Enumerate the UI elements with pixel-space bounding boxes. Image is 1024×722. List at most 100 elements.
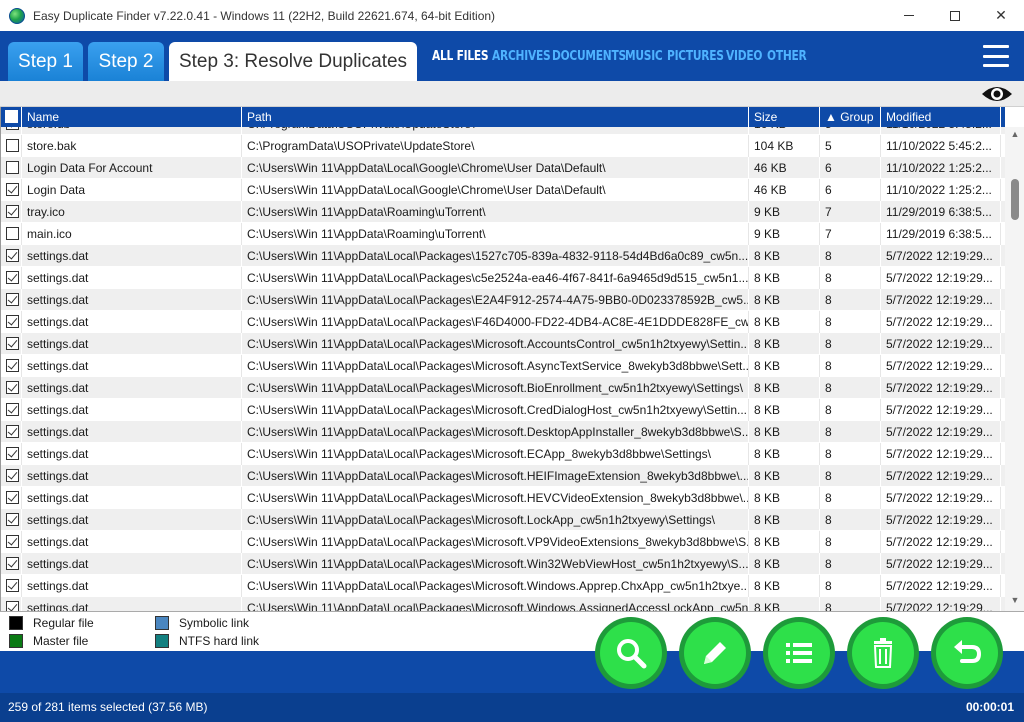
hamburger-menu-icon[interactable] bbox=[983, 45, 1009, 67]
cell-path: C:\Users\Win 11\AppData\Local\Google\Chr… bbox=[242, 179, 749, 201]
cell-name: settings.dat bbox=[22, 245, 242, 267]
cell-group: 8 bbox=[820, 355, 881, 377]
edit-button[interactable] bbox=[679, 617, 751, 689]
table-row[interactable]: main.ico C:\Users\Win 11\AppData\Roaming\… bbox=[1, 223, 1005, 245]
table-row[interactable]: settings.dat C:\Users\Win 11\AppData\Loca… bbox=[1, 377, 1005, 399]
filter-pictures[interactable]: PICTURES bbox=[667, 49, 724, 64]
cell-name: settings.dat bbox=[22, 355, 242, 377]
row-checkbox-cell bbox=[1, 311, 22, 333]
list-button[interactable] bbox=[763, 617, 835, 689]
legend-symbolic: Symbolic link bbox=[155, 616, 249, 630]
table-row[interactable]: settings.dat C:\Users\Win 11\AppData\Loca… bbox=[1, 443, 1005, 465]
elapsed-timer: 00:00:01 bbox=[965, 700, 1014, 714]
filter-music[interactable]: MUSIC bbox=[625, 49, 663, 64]
table-row[interactable]: store.bak C:\ProgramData\USOPrivate\Updat… bbox=[1, 135, 1005, 157]
row-checkbox[interactable] bbox=[6, 139, 19, 152]
row-checkbox[interactable] bbox=[6, 127, 19, 130]
cell-size: 8 KB bbox=[749, 377, 820, 399]
legend-ntfs-label: NTFS hard link bbox=[179, 634, 260, 648]
cell-size: 8 KB bbox=[749, 399, 820, 421]
table-row[interactable]: Login Data C:\Users\Win 11\AppData\Local\… bbox=[1, 179, 1005, 201]
row-checkbox[interactable] bbox=[6, 579, 19, 592]
cell-size: 8 KB bbox=[749, 355, 820, 377]
row-checkbox[interactable] bbox=[6, 293, 19, 306]
table-row[interactable]: Login Data For Account C:\Users\Win 11\Ap… bbox=[1, 157, 1005, 179]
filter-documents[interactable]: DOCUMENTS bbox=[552, 49, 626, 64]
tab-step-3[interactable]: Step 3: Resolve Duplicates bbox=[169, 42, 417, 81]
table-row[interactable]: settings.dat C:\Users\Win 11\AppData\Loca… bbox=[1, 355, 1005, 377]
symbolic-link-swatch bbox=[155, 616, 169, 630]
table-row[interactable]: settings.dat C:\Users\Win 11\AppData\Loca… bbox=[1, 509, 1005, 531]
delete-button[interactable] bbox=[847, 617, 919, 689]
vertical-scrollbar[interactable]: ▲ ▼ bbox=[1005, 127, 1024, 611]
undo-button[interactable] bbox=[931, 617, 1003, 689]
table-row[interactable]: store.dbC:\ProgramData\USOPrivate\Update… bbox=[1, 127, 1005, 135]
scroll-thumb[interactable] bbox=[1011, 179, 1019, 220]
close-button[interactable]: ✕ bbox=[978, 0, 1024, 31]
column-modified[interactable]: Modified bbox=[881, 107, 1001, 127]
select-all-checkbox[interactable] bbox=[5, 110, 18, 123]
cell-path: C:\Users\Win 11\AppData\Local\Packages\M… bbox=[242, 553, 749, 575]
table-row[interactable]: settings.dat C:\Users\Win 11\AppData\Loca… bbox=[1, 333, 1005, 355]
table-row[interactable]: settings.dat C:\Users\Win 11\AppData\Loca… bbox=[1, 421, 1005, 443]
row-checkbox[interactable] bbox=[6, 271, 19, 284]
scroll-up-arrow-icon[interactable]: ▲ bbox=[1005, 129, 1024, 143]
row-checkbox[interactable] bbox=[6, 183, 19, 196]
column-name[interactable]: Name bbox=[22, 107, 242, 127]
cell-modified: 5/7/2022 12:19:29... bbox=[881, 465, 1001, 487]
tab-step-1[interactable]: Step 1 bbox=[8, 42, 83, 81]
scroll-down-arrow-icon[interactable]: ▼ bbox=[1005, 595, 1024, 609]
search-button[interactable] bbox=[595, 617, 667, 689]
minimize-button[interactable] bbox=[886, 0, 932, 31]
tab-step-2[interactable]: Step 2 bbox=[88, 42, 164, 81]
table-row[interactable]: settings.dat C:\Users\Win 11\AppData\Loca… bbox=[1, 245, 1005, 267]
row-checkbox[interactable] bbox=[6, 513, 19, 526]
table-row[interactable]: settings.dat C:\Users\Win 11\AppData\Loca… bbox=[1, 597, 1005, 611]
cell-path: C:\Users\Win 11\AppData\Roaming\uTorrent… bbox=[242, 223, 749, 245]
table-row[interactable]: settings.dat C:\Users\Win 11\AppData\Loca… bbox=[1, 531, 1005, 553]
table-row[interactable]: settings.dat C:\Users\Win 11\AppData\Loca… bbox=[1, 487, 1005, 509]
row-checkbox[interactable] bbox=[6, 227, 19, 240]
row-checkbox-cell bbox=[1, 531, 22, 553]
row-checkbox[interactable] bbox=[6, 601, 19, 611]
row-checkbox[interactable] bbox=[6, 315, 19, 328]
cell-name: settings.dat bbox=[22, 289, 242, 311]
row-checkbox-cell bbox=[1, 289, 22, 311]
column-group[interactable]: ▲ Group bbox=[820, 107, 881, 127]
row-checkbox[interactable] bbox=[6, 381, 19, 394]
eye-icon[interactable] bbox=[980, 84, 1014, 104]
table-row[interactable]: settings.dat C:\Users\Win 11\AppData\Loca… bbox=[1, 289, 1005, 311]
table-row[interactable]: tray.ico C:\Users\Win 11\AppData\Roaming\… bbox=[1, 201, 1005, 223]
row-checkbox[interactable] bbox=[6, 161, 19, 174]
table-row[interactable]: settings.dat C:\Users\Win 11\AppData\Loca… bbox=[1, 465, 1005, 487]
row-checkbox[interactable] bbox=[6, 359, 19, 372]
row-checkbox[interactable] bbox=[6, 469, 19, 482]
row-checkbox[interactable] bbox=[6, 249, 19, 262]
row-checkbox[interactable] bbox=[6, 403, 19, 416]
column-size[interactable]: Size bbox=[749, 107, 820, 127]
table-row[interactable]: settings.dat C:\Users\Win 11\AppData\Loca… bbox=[1, 575, 1005, 597]
filter-other[interactable]: OTHER bbox=[767, 49, 807, 64]
filter-archives[interactable]: ARCHIVES bbox=[492, 49, 551, 64]
cell-group: 8 bbox=[820, 509, 881, 531]
cell-path: C:\Users\Win 11\AppData\Local\Packages\1… bbox=[242, 245, 749, 267]
row-checkbox[interactable] bbox=[6, 425, 19, 438]
column-path[interactable]: Path bbox=[242, 107, 749, 127]
table-row[interactable]: settings.dat C:\Users\Win 11\AppData\Loca… bbox=[1, 311, 1005, 333]
maximize-button[interactable] bbox=[932, 0, 978, 31]
row-checkbox[interactable] bbox=[6, 557, 19, 570]
row-checkbox[interactable] bbox=[6, 337, 19, 350]
row-checkbox[interactable] bbox=[6, 491, 19, 504]
row-checkbox-cell bbox=[1, 333, 22, 355]
row-checkbox[interactable] bbox=[6, 447, 19, 460]
table-row[interactable]: settings.dat C:\Users\Win 11\AppData\Loca… bbox=[1, 399, 1005, 421]
table-row[interactable]: settings.dat C:\Users\Win 11\AppData\Loca… bbox=[1, 553, 1005, 575]
cell-name: settings.dat bbox=[22, 487, 242, 509]
table-row[interactable]: settings.dat C:\Users\Win 11\AppData\Loca… bbox=[1, 267, 1005, 289]
filter-all-files[interactable]: ALL FILES bbox=[432, 49, 489, 64]
filter-video[interactable]: VIDEO bbox=[726, 49, 762, 64]
row-checkbox[interactable] bbox=[6, 535, 19, 548]
row-checkbox[interactable] bbox=[6, 205, 19, 218]
cell-group: 8 bbox=[820, 465, 881, 487]
cell-path: C:\ProgramData\USOPrivate\UpdateStore\ bbox=[242, 127, 749, 135]
